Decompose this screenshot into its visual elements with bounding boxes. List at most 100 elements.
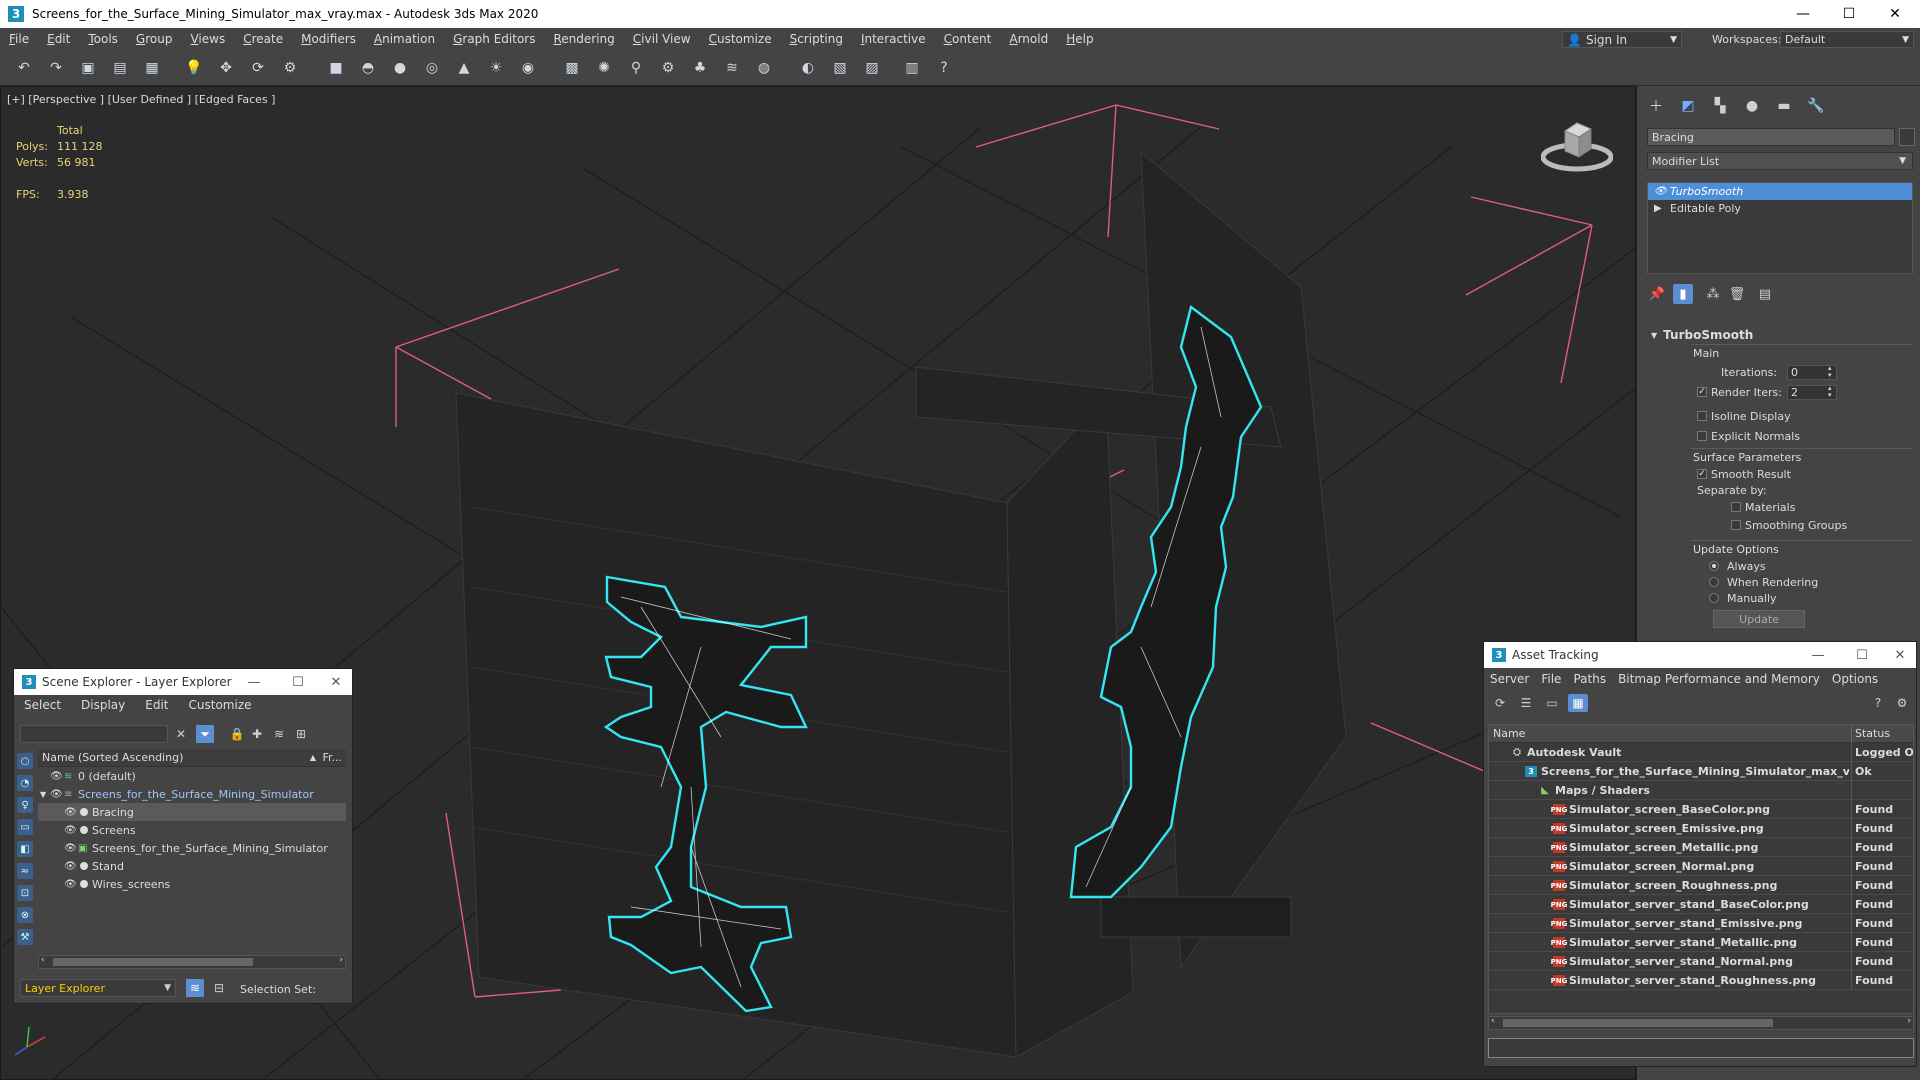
- particle-icon[interactable]: ✺: [592, 57, 616, 79]
- scroll-right-icon[interactable]: ›: [1907, 1016, 1911, 1026]
- eye-icon[interactable]: 👁: [64, 879, 77, 890]
- frozen-column-header[interactable]: Fr...: [322, 751, 342, 764]
- menu-rendering[interactable]: Rendering: [544, 32, 623, 46]
- materials-checkbox[interactable]: [1731, 502, 1741, 512]
- scene-explorer-header[interactable]: Name (Sorted Ascending) ▲ Fr...: [38, 749, 346, 767]
- object-row-bracing[interactable]: 👁 Bracing: [38, 803, 346, 821]
- pin-stack-icon[interactable]: 📌: [1647, 284, 1667, 304]
- horizontal-scrollbar[interactable]: ‹ ›: [1488, 1016, 1914, 1030]
- eye-icon[interactable]: 👁: [64, 807, 77, 818]
- refresh-icon[interactable]: ⟳: [1490, 694, 1510, 712]
- se-menu-display[interactable]: Display: [71, 698, 135, 712]
- eye-icon[interactable]: 👁: [64, 825, 77, 836]
- remove-modifier-icon[interactable]: 🗑: [1727, 284, 1747, 304]
- menu-file[interactable]: File: [0, 32, 38, 46]
- eye-icon[interactable]: 👁: [1654, 186, 1667, 197]
- menu-animation[interactable]: Animation: [365, 32, 444, 46]
- eye-icon[interactable]: 👁: [50, 789, 63, 800]
- display-bones-icon[interactable]: ⚒: [17, 929, 33, 945]
- rotate-icon[interactable]: ⟳: [246, 57, 270, 79]
- table-row[interactable]: PNG Simulator_server_stand_Metallic.png …: [1489, 933, 1913, 952]
- scene-search-input[interactable]: [20, 725, 168, 743]
- menu-interactive[interactable]: Interactive: [852, 32, 935, 46]
- scene-explorer-icon[interactable]: ⊟: [210, 979, 228, 997]
- menu-arnold[interactable]: Arnold: [1000, 32, 1057, 46]
- sphere-grid-icon[interactable]: ◍: [752, 57, 776, 79]
- lightbulb-icon[interactable]: 💡: [182, 57, 206, 79]
- table-row[interactable]: PNG Simulator_screen_Metallic.png Found: [1489, 838, 1913, 857]
- scene-explorer-titlebar[interactable]: 3 Scene Explorer - Layer Explorer — ☐ ✕: [14, 669, 352, 695]
- sphere-icon[interactable]: ●: [388, 57, 412, 79]
- plant-icon[interactable]: ♣: [688, 57, 712, 79]
- geosphere-icon[interactable]: ◉: [516, 57, 540, 79]
- new-layer-icon[interactable]: ✚: [248, 725, 266, 743]
- maximize-button[interactable]: ☐: [1844, 642, 1880, 668]
- menu-civil-view[interactable]: Civil View: [624, 32, 700, 46]
- table-view-icon[interactable]: ▦: [1568, 694, 1588, 712]
- show-end-result-icon[interactable]: ▮: [1673, 284, 1693, 304]
- menu-create[interactable]: Create: [234, 32, 292, 46]
- maximize-button[interactable]: ☐: [1826, 0, 1872, 28]
- expand-arrow-icon[interactable]: ▶: [1654, 203, 1662, 214]
- eye-icon[interactable]: 👁: [64, 861, 77, 872]
- table-row[interactable]: ⛭ Autodesk Vault Logged Out: [1489, 743, 1913, 762]
- scale-icon[interactable]: ⚙: [278, 57, 302, 79]
- minimize-button[interactable]: —: [1780, 0, 1826, 28]
- object-row-stand[interactable]: 👁 Stand: [38, 857, 346, 875]
- display-groups-icon[interactable]: ⊡: [17, 885, 33, 901]
- update-button[interactable]: Update: [1713, 610, 1805, 628]
- layer-explorer-icon[interactable]: ≋: [186, 979, 204, 997]
- display-geometry-icon[interactable]: ◔: [17, 775, 33, 791]
- menu-graph-editors[interactable]: Graph Editors: [444, 32, 544, 46]
- move-icon[interactable]: ✥: [214, 57, 238, 79]
- create-tab-icon[interactable]: ＋: [1645, 96, 1667, 116]
- eye-icon[interactable]: 👁: [64, 843, 77, 854]
- table-row[interactable]: PNG Simulator_screen_Roughness.png Found: [1489, 876, 1913, 895]
- explorer-type-select[interactable]: Layer Explorer ▼: [20, 979, 176, 997]
- close-button[interactable]: ✕: [1872, 0, 1918, 28]
- isoline-checkbox[interactable]: [1697, 411, 1707, 421]
- at-menu-file[interactable]: File: [1535, 672, 1567, 686]
- clear-search-icon[interactable]: ✕: [172, 725, 190, 743]
- box-icon[interactable]: ■: [324, 57, 348, 79]
- stack-item-editable-poly[interactable]: ▶ Editable Poly: [1648, 200, 1912, 217]
- configure-sets-icon[interactable]: ▤: [1755, 284, 1775, 304]
- add-to-layer-icon[interactable]: ≋: [270, 725, 288, 743]
- close-button[interactable]: ✕: [1882, 642, 1918, 668]
- se-menu-edit[interactable]: Edit: [135, 698, 178, 712]
- display-cameras-icon[interactable]: ▭: [17, 819, 33, 835]
- display-all-icon[interactable]: ○: [17, 753, 33, 769]
- scroll-left-icon[interactable]: ‹: [1491, 1016, 1495, 1026]
- display-xrefs-icon[interactable]: ⊗: [17, 907, 33, 923]
- make-unique-icon[interactable]: ⁂: [1703, 284, 1723, 304]
- cone-icon[interactable]: ▲: [452, 57, 476, 79]
- table-row[interactable]: PNG Simulator_screen_Normal.png Found: [1489, 857, 1913, 876]
- viewport-label[interactable]: [+] [Perspective ] [User Defined ] [Edge…: [7, 93, 275, 106]
- menu-customize[interactable]: Customize: [700, 32, 781, 46]
- object-color-swatch[interactable]: [1899, 128, 1915, 146]
- minimize-button[interactable]: —: [1800, 642, 1836, 668]
- render-setup-icon[interactable]: ▨: [860, 57, 884, 79]
- help-icon[interactable]: ?: [932, 57, 956, 79]
- table-row[interactable]: PNG Simulator_screen_Emissive.png Found: [1489, 819, 1913, 838]
- scrollbar-thumb[interactable]: [53, 958, 253, 966]
- hemisphere-icon[interactable]: ◓: [356, 57, 380, 79]
- menu-group[interactable]: Group: [127, 32, 182, 46]
- bone-icon[interactable]: ⚲: [624, 57, 648, 79]
- table-row[interactable]: PNG Simulator_server_stand_Roughness.png…: [1489, 971, 1913, 990]
- list-view-icon[interactable]: ☰: [1516, 694, 1536, 712]
- at-menu-bitmap-performance[interactable]: Bitmap Performance and Memory: [1612, 672, 1826, 686]
- modify-tab-icon[interactable]: ◩: [1677, 96, 1699, 116]
- layer-row-screens-simulator[interactable]: ▼ 👁 ≡ Screens_for_the_Surface_Mining_Sim…: [38, 785, 346, 803]
- manually-radio[interactable]: [1709, 593, 1719, 603]
- always-radio[interactable]: [1709, 561, 1719, 571]
- redo-icon[interactable]: ↷: [44, 57, 68, 79]
- table-row[interactable]: ◣ Maps / Shaders: [1489, 781, 1913, 800]
- scrollbar-thumb[interactable]: [1503, 1019, 1773, 1027]
- lock-icon[interactable]: 🔒: [228, 725, 246, 743]
- display-spacewarps-icon[interactable]: ≈: [17, 863, 33, 879]
- se-menu-customize[interactable]: Customize: [179, 698, 262, 712]
- sign-in-dropdown[interactable]: 👤 Sign In ▼: [1562, 31, 1682, 48]
- status-column-header[interactable]: Status: [1855, 727, 1890, 740]
- layer-row-default[interactable]: 👁 ≋ 0 (default): [38, 767, 346, 785]
